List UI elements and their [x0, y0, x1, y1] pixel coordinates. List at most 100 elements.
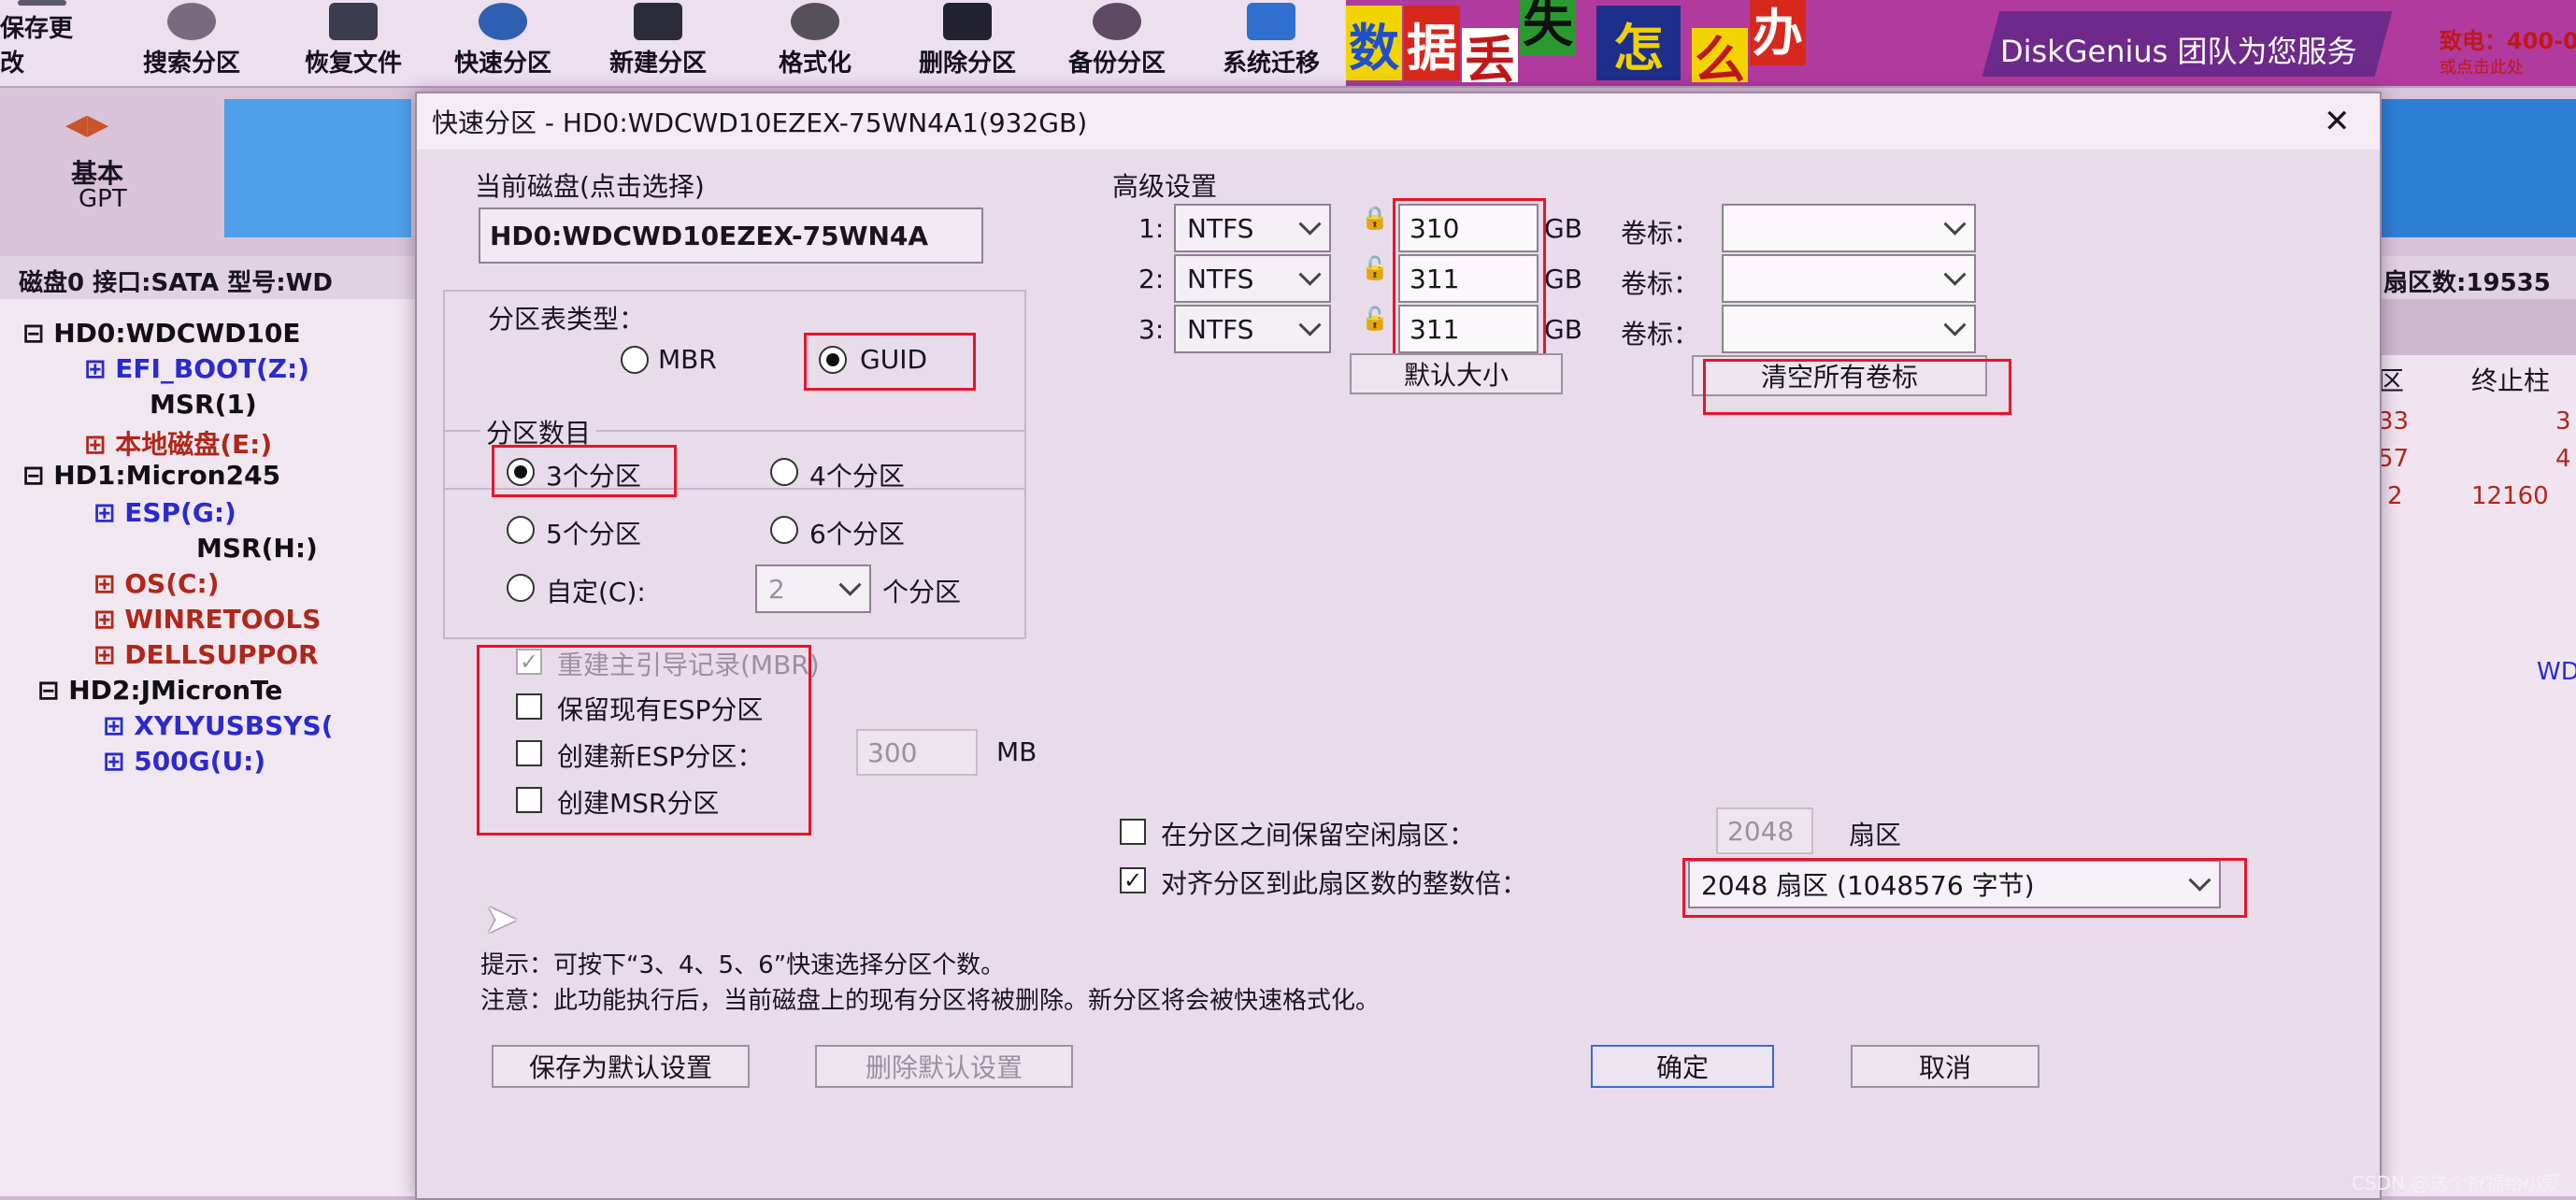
- custom-count-select[interactable]: 2: [755, 564, 871, 613]
- expand-icon[interactable]: ⊞: [84, 429, 115, 460]
- lock-icon[interactable]: 🔒: [1361, 206, 1389, 230]
- migration-icon: [1247, 3, 1295, 40]
- save-changes-button[interactable]: 保存更改: [0, 0, 84, 86]
- tree-item-hd1[interactable]: ⊟ HD1:Micron245: [22, 460, 280, 491]
- fs-select-1[interactable]: NTFS: [1174, 204, 1331, 252]
- banner-tile: 丢: [1462, 28, 1518, 86]
- keep-free-checkbox[interactable]: [1120, 819, 1146, 845]
- tree-item-partition[interactable]: ⊞ 500G(U:): [103, 746, 265, 777]
- chevron-down-icon: [838, 573, 862, 596]
- disk-partition-bar-right[interactable]: [2378, 99, 2576, 237]
- save-default-button[interactable]: 保存为默认设置: [492, 1045, 750, 1088]
- count-6-label: 6个分区: [809, 519, 905, 550]
- keep-free-unit: 扇区: [1849, 820, 1902, 850]
- cancel-button[interactable]: 取消: [1851, 1045, 2039, 1088]
- fs-select-2[interactable]: NTFS: [1174, 254, 1331, 303]
- custom-count-label: 自定(C):: [546, 577, 646, 607]
- advanced-settings-label: 高级设置: [1112, 171, 1218, 202]
- expand-icon[interactable]: ⊞: [84, 353, 115, 384]
- banner-text: DiskGenius 团队为您服务: [2000, 34, 2357, 69]
- hint-text: 提示：可按下“3、4、5、6”快速选择分区个数。: [480, 951, 1006, 979]
- tree-item-hd0[interactable]: ⊟ HD0:WDCWD10E: [22, 318, 300, 349]
- chevron-down-icon: [1298, 313, 1322, 336]
- banner-tile: 怎: [1596, 6, 1681, 80]
- new-partition-button[interactable]: 新建分区: [602, 0, 714, 86]
- custom-count-unit: 个分区: [882, 577, 962, 607]
- delete-partition-button[interactable]: 删除分区: [907, 0, 1028, 86]
- esp-size-input[interactable]: 300: [856, 729, 978, 776]
- dialog-titlebar[interactable]: 快速分区 - HD0:WDCWD10EZEX-75WN4A1(932GB): [417, 93, 2380, 150]
- volume-label-select-1[interactable]: [1722, 204, 1976, 252]
- size-unit: GB: [1544, 314, 1582, 345]
- custom-count-radio[interactable]: [507, 574, 535, 602]
- highlight-box: [1682, 858, 2247, 918]
- align-checkbox[interactable]: ✓: [1120, 867, 1146, 893]
- quick-partition-button[interactable]: 快速分区: [447, 0, 559, 86]
- ad-banner[interactable]: 数 据 丢 失 怎 么 办 DiskGenius 团队为您服务 致电：400-0…: [1346, 0, 2576, 86]
- disk-icon: [479, 3, 527, 40]
- backup-partition-button[interactable]: 备份分区: [1056, 0, 1178, 86]
- align-label: 对齐分区到此扇区数的整数倍：: [1161, 868, 1528, 899]
- chevron-down-icon: [1943, 263, 1967, 286]
- unlock-icon[interactable]: 🔓: [1361, 307, 1389, 331]
- expand-icon[interactable]: ⊞: [93, 639, 124, 670]
- default-size-button[interactable]: 默认大小: [1350, 353, 1563, 394]
- table-cell: 33: [2378, 407, 2410, 436]
- collapse-icon[interactable]: ⊟: [22, 460, 53, 491]
- expand-icon[interactable]: ⊞: [93, 568, 124, 599]
- count-6-radio[interactable]: [770, 516, 798, 544]
- chevron-down-icon: [1298, 212, 1322, 236]
- tree-item-partition[interactable]: ⊞ XYLYUSBSYS(: [103, 710, 334, 741]
- partition-index: 2:: [1138, 264, 1165, 294]
- tree-item-partition[interactable]: ⊞ ESP(G:): [93, 497, 236, 528]
- highlight-box: [477, 645, 811, 836]
- table-header: 区: [2378, 365, 2405, 396]
- delete-default-button[interactable]: 删除默认设置: [815, 1045, 1073, 1088]
- ok-button[interactable]: 确定: [1591, 1045, 1774, 1088]
- volume-label-select-2[interactable]: [1722, 254, 1976, 303]
- trash-icon: [943, 3, 992, 40]
- count-5-label: 5个分区: [546, 519, 641, 550]
- fs-select-3[interactable]: NTFS: [1174, 305, 1331, 353]
- recover-files-button[interactable]: 恢复文件: [297, 0, 409, 86]
- disk-style-label: GPT: [79, 185, 127, 213]
- tree-item-partition[interactable]: ⊞ 本地磁盘(E:): [84, 424, 272, 462]
- size-unit: GB: [1544, 213, 1582, 244]
- expand-icon[interactable]: ⊞: [93, 604, 124, 635]
- mouse-cursor-icon: ➤: [484, 895, 519, 943]
- keep-free-input[interactable]: 2048: [1716, 807, 1813, 854]
- volume-label-select-3[interactable]: [1722, 305, 1976, 353]
- chevron-down-icon: [1943, 212, 1967, 236]
- expand-icon[interactable]: ⊞: [93, 497, 124, 528]
- banner-tile: 办: [1750, 0, 1806, 65]
- system-migration-button[interactable]: 系统迁移: [1206, 0, 1337, 86]
- expand-icon[interactable]: ⊞: [103, 710, 134, 741]
- keep-free-label: 在分区之间保留空闲扇区：: [1161, 820, 1476, 850]
- dialog-title: 快速分区 - HD0:WDCWD10EZEX-75WN4A1(932GB): [432, 107, 1088, 138]
- close-icon[interactable]: ✕: [2324, 103, 2351, 140]
- table-cell: 12160: [2471, 482, 2549, 510]
- tree-item-hd2[interactable]: ⊟ HD2:JMicronTe: [37, 675, 282, 706]
- expand-icon[interactable]: ⊞: [103, 746, 134, 777]
- tree-item-partition[interactable]: ⊞ EFI_BOOT(Z:): [84, 353, 309, 384]
- tree-item-partition[interactable]: MSR(1): [150, 389, 257, 420]
- format-button[interactable]: 格式化: [768, 0, 862, 86]
- table-type-label: 分区表类型：: [488, 304, 646, 335]
- tree-item-partition[interactable]: ⊞ DELLSUPPOR: [93, 639, 319, 670]
- tree-item-partition[interactable]: ⊞ OS(C:): [93, 568, 220, 599]
- table-cell: 2: [2387, 482, 2403, 510]
- volume-label: 卷标：: [1621, 218, 1700, 249]
- collapse-icon[interactable]: ⊟: [37, 675, 68, 706]
- tree-item-partition[interactable]: ⊞ WINRETOOLS: [93, 604, 321, 635]
- current-disk-field[interactable]: HD0:WDCWD10EZEX-75WN4A: [479, 207, 983, 264]
- table-extra: WD: [2537, 658, 2576, 686]
- disk-partition-bar[interactable]: [224, 99, 411, 237]
- mbr-radio[interactable]: [621, 346, 649, 374]
- nav-arrows-icon[interactable]: ◀▶: [65, 108, 108, 141]
- unlock-icon[interactable]: 🔓: [1361, 256, 1389, 280]
- tree-item-partition[interactable]: MSR(H:): [196, 533, 318, 564]
- count-5-radio[interactable]: [507, 516, 535, 544]
- count-4-radio[interactable]: [770, 458, 798, 486]
- collapse-icon[interactable]: ⊟: [22, 318, 53, 349]
- search-partition-button[interactable]: 搜索分区: [140, 0, 243, 86]
